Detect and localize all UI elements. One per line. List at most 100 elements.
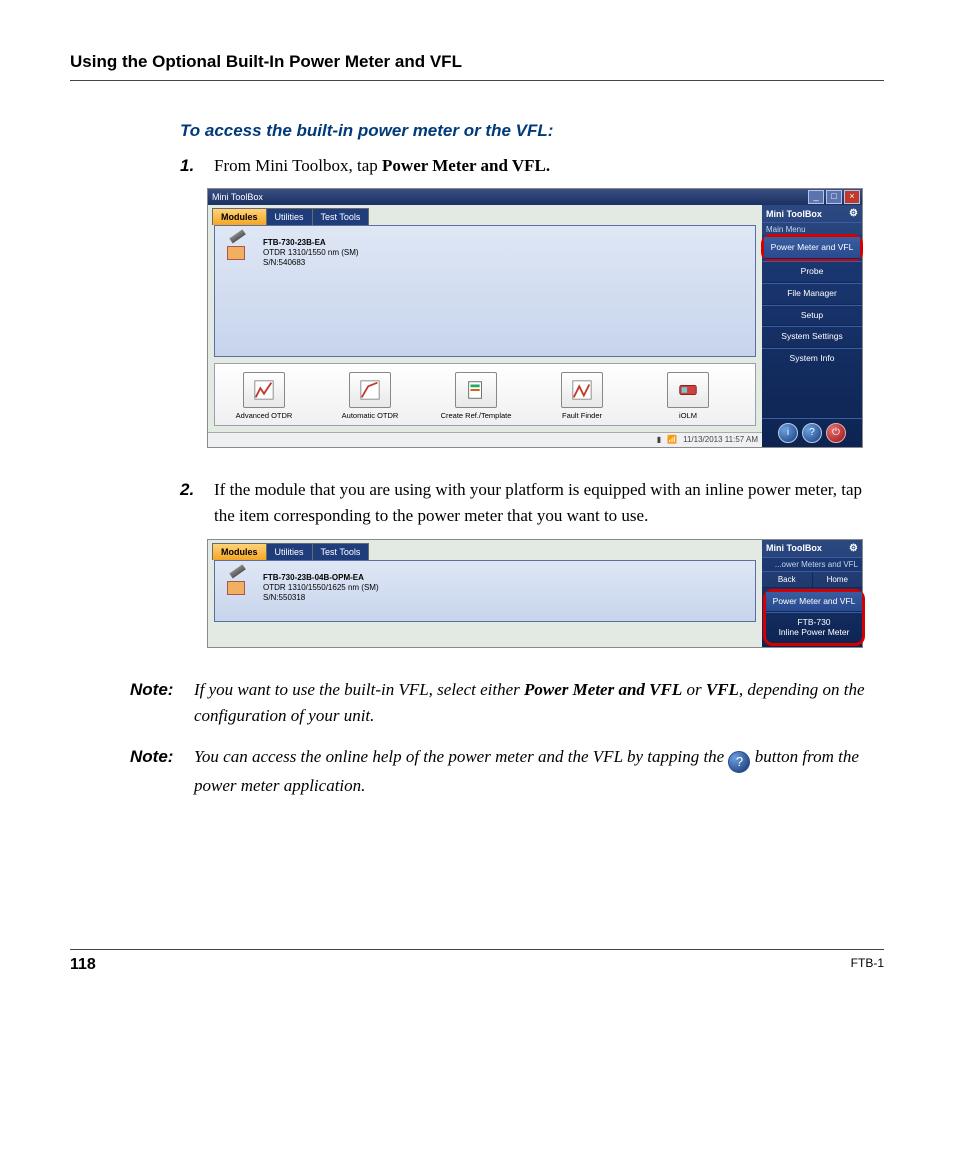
side-item-system-info[interactable]: System Info [762, 348, 862, 370]
side-item-setup[interactable]: Setup [762, 305, 862, 327]
module-text: FTB-730-23B-EA OTDR 1310/1550 nm (SM) S/… [263, 238, 359, 268]
screenshot-1: Mini ToolBox _ □ × Modules Utilities Tes… [208, 189, 862, 447]
battery-icon: ▮ [657, 435, 661, 444]
module-line: OTDR 1310/1550 nm (SM) [263, 248, 359, 258]
back-button[interactable]: Back [762, 572, 813, 587]
note-1: Note: If you want to use the built-in VF… [130, 677, 874, 730]
module-line: S/N:550318 [263, 593, 379, 603]
home-button[interactable]: Home [813, 572, 863, 587]
step-body: If the module that you are using with yo… [214, 477, 874, 530]
window-title: Mini ToolBox [212, 192, 263, 202]
note-label: Note: [130, 744, 194, 799]
side-title: Mini ToolBox ⚙ [762, 540, 862, 557]
side-item-file-manager[interactable]: File Manager [762, 283, 862, 305]
tab-modules[interactable]: Modules [212, 543, 267, 560]
item-line: Inline Power Meter [768, 628, 860, 638]
side-panel: Mini ToolBox ⚙ ...ower Meters and VFL Ba… [762, 540, 862, 647]
section-title: Using the Optional Built-In Power Meter … [70, 52, 884, 72]
note-text: If you want to use the built-in VFL, sel… [194, 680, 524, 699]
signal-icon: 📶 [667, 435, 677, 444]
info-button[interactable]: i [778, 423, 798, 443]
minimize-button[interactable]: _ [808, 190, 824, 204]
side-item-system-settings[interactable]: System Settings [762, 326, 862, 348]
tab-utilities[interactable]: Utilities [266, 208, 313, 225]
note-text: You can access the online help of the po… [194, 747, 728, 766]
module-title: FTB-730-23B-EA [263, 238, 359, 248]
side-panel: Mini ToolBox ⚙ Main Menu Power Meter and… [762, 205, 862, 447]
side-title-label: Mini ToolBox [766, 543, 822, 553]
gear-icon[interactable]: ⚙ [849, 543, 858, 554]
step-2: 2. If the module that you are using with… [180, 477, 874, 530]
module-icon [227, 238, 255, 260]
app-label: Advanced OTDR [225, 412, 303, 421]
app-label: Automatic OTDR [331, 412, 409, 421]
side-footer: i ? ⏻ [762, 418, 862, 447]
step-number: 1. [180, 153, 214, 179]
app-fault-finder[interactable]: Fault Finder [543, 372, 621, 421]
app-label: iOLM [649, 412, 727, 421]
callout-power-meter-options: Power Meter and VFL FTB-730 Inline Power… [763, 589, 865, 646]
gear-icon[interactable]: ⚙ [849, 208, 858, 219]
page-number: 118 [70, 956, 96, 974]
app-iolm[interactable]: iOLM [649, 372, 727, 421]
app-advanced-otdr[interactable]: Advanced OTDR [225, 372, 303, 421]
model-label: FTB-1 [851, 956, 884, 974]
note-bold: Power Meter and VFL [524, 680, 682, 699]
module-text: FTB-730-23B-04B-OPM-EA OTDR 1310/1550/16… [263, 573, 379, 603]
status-time: 11/13/2013 11:57 AM [683, 435, 758, 444]
step-1: 1. From Mini Toolbox, tap Power Meter an… [180, 153, 874, 179]
breadcrumb: ...ower Meters and VFL [762, 557, 862, 571]
app-icon [349, 372, 391, 408]
app-label: Fault Finder [543, 412, 621, 421]
step-text: If the module that you are using with yo… [214, 480, 862, 525]
titlebar: Mini ToolBox _ □ × [208, 189, 862, 205]
app-create-ref[interactable]: Create Ref./Template [437, 372, 515, 421]
callout-power-meter: Power Meter and VFL [761, 234, 863, 262]
module-icon [227, 573, 255, 595]
tabstrip: Modules Utilities Test Tools [208, 540, 762, 560]
app-automatic-otdr[interactable]: Automatic OTDR [331, 372, 409, 421]
module-line: OTDR 1310/1550/1625 nm (SM) [263, 583, 379, 593]
app-label: Create Ref./Template [437, 412, 515, 421]
note-body: If you want to use the built-in VFL, sel… [194, 677, 874, 730]
power-button[interactable]: ⏻ [826, 423, 846, 443]
maximize-button[interactable]: □ [826, 190, 842, 204]
note-bold: VFL [706, 680, 739, 699]
app-icon [561, 372, 603, 408]
side-item-probe[interactable]: Probe [762, 261, 862, 283]
step-bold: Power Meter and VFL. [382, 156, 550, 175]
tab-modules[interactable]: Modules [212, 208, 267, 225]
rule [70, 80, 884, 81]
module-line: S/N:540683 [263, 258, 359, 268]
tab-test-tools[interactable]: Test Tools [312, 543, 370, 560]
statusbar: ▮ 📶 11/13/2013 11:57 AM [208, 432, 762, 447]
side-title-label: Mini ToolBox [766, 209, 822, 219]
side-title: Mini ToolBox ⚙ [762, 205, 862, 222]
nav-buttons: Back Home [762, 571, 862, 588]
app-icon [243, 372, 285, 408]
tab-test-tools[interactable]: Test Tools [312, 208, 370, 225]
step-number: 2. [180, 477, 214, 530]
module-panel: FTB-730-23B-EA OTDR 1310/1550 nm (SM) S/… [214, 225, 756, 357]
page-footer: 118 FTB-1 [70, 949, 884, 974]
app-icon [455, 372, 497, 408]
module-title: FTB-730-23B-04B-OPM-EA [263, 573, 379, 583]
side-item-inline-power-meter[interactable]: FTB-730 Inline Power Meter [766, 612, 862, 643]
help-button[interactable]: ? [802, 423, 822, 443]
app-icon [667, 372, 709, 408]
application-row: Advanced OTDR Automatic OTDR Create Ref.… [214, 363, 756, 426]
note-2: Note: You can access the online help of … [130, 744, 874, 799]
note-text: or [682, 680, 706, 699]
step-text: From Mini Toolbox, tap [214, 156, 382, 175]
note-body: You can access the online help of the po… [194, 744, 874, 799]
screenshot-2: Modules Utilities Test Tools FTB-730-23B… [208, 540, 862, 647]
close-button[interactable]: × [844, 190, 860, 204]
step-body: From Mini Toolbox, tap Power Meter and V… [214, 153, 874, 179]
side-item-power-meter-vfl[interactable]: Power Meter and VFL [764, 237, 860, 259]
tabstrip: Modules Utilities Test Tools [208, 205, 762, 225]
help-icon: ? [728, 751, 750, 773]
tab-utilities[interactable]: Utilities [266, 543, 313, 560]
module-panel: FTB-730-23B-04B-OPM-EA OTDR 1310/1550/16… [214, 560, 756, 622]
side-item-power-meter-vfl[interactable]: Power Meter and VFL [766, 592, 862, 613]
procedure-heading: To access the built-in power meter or th… [180, 121, 874, 141]
